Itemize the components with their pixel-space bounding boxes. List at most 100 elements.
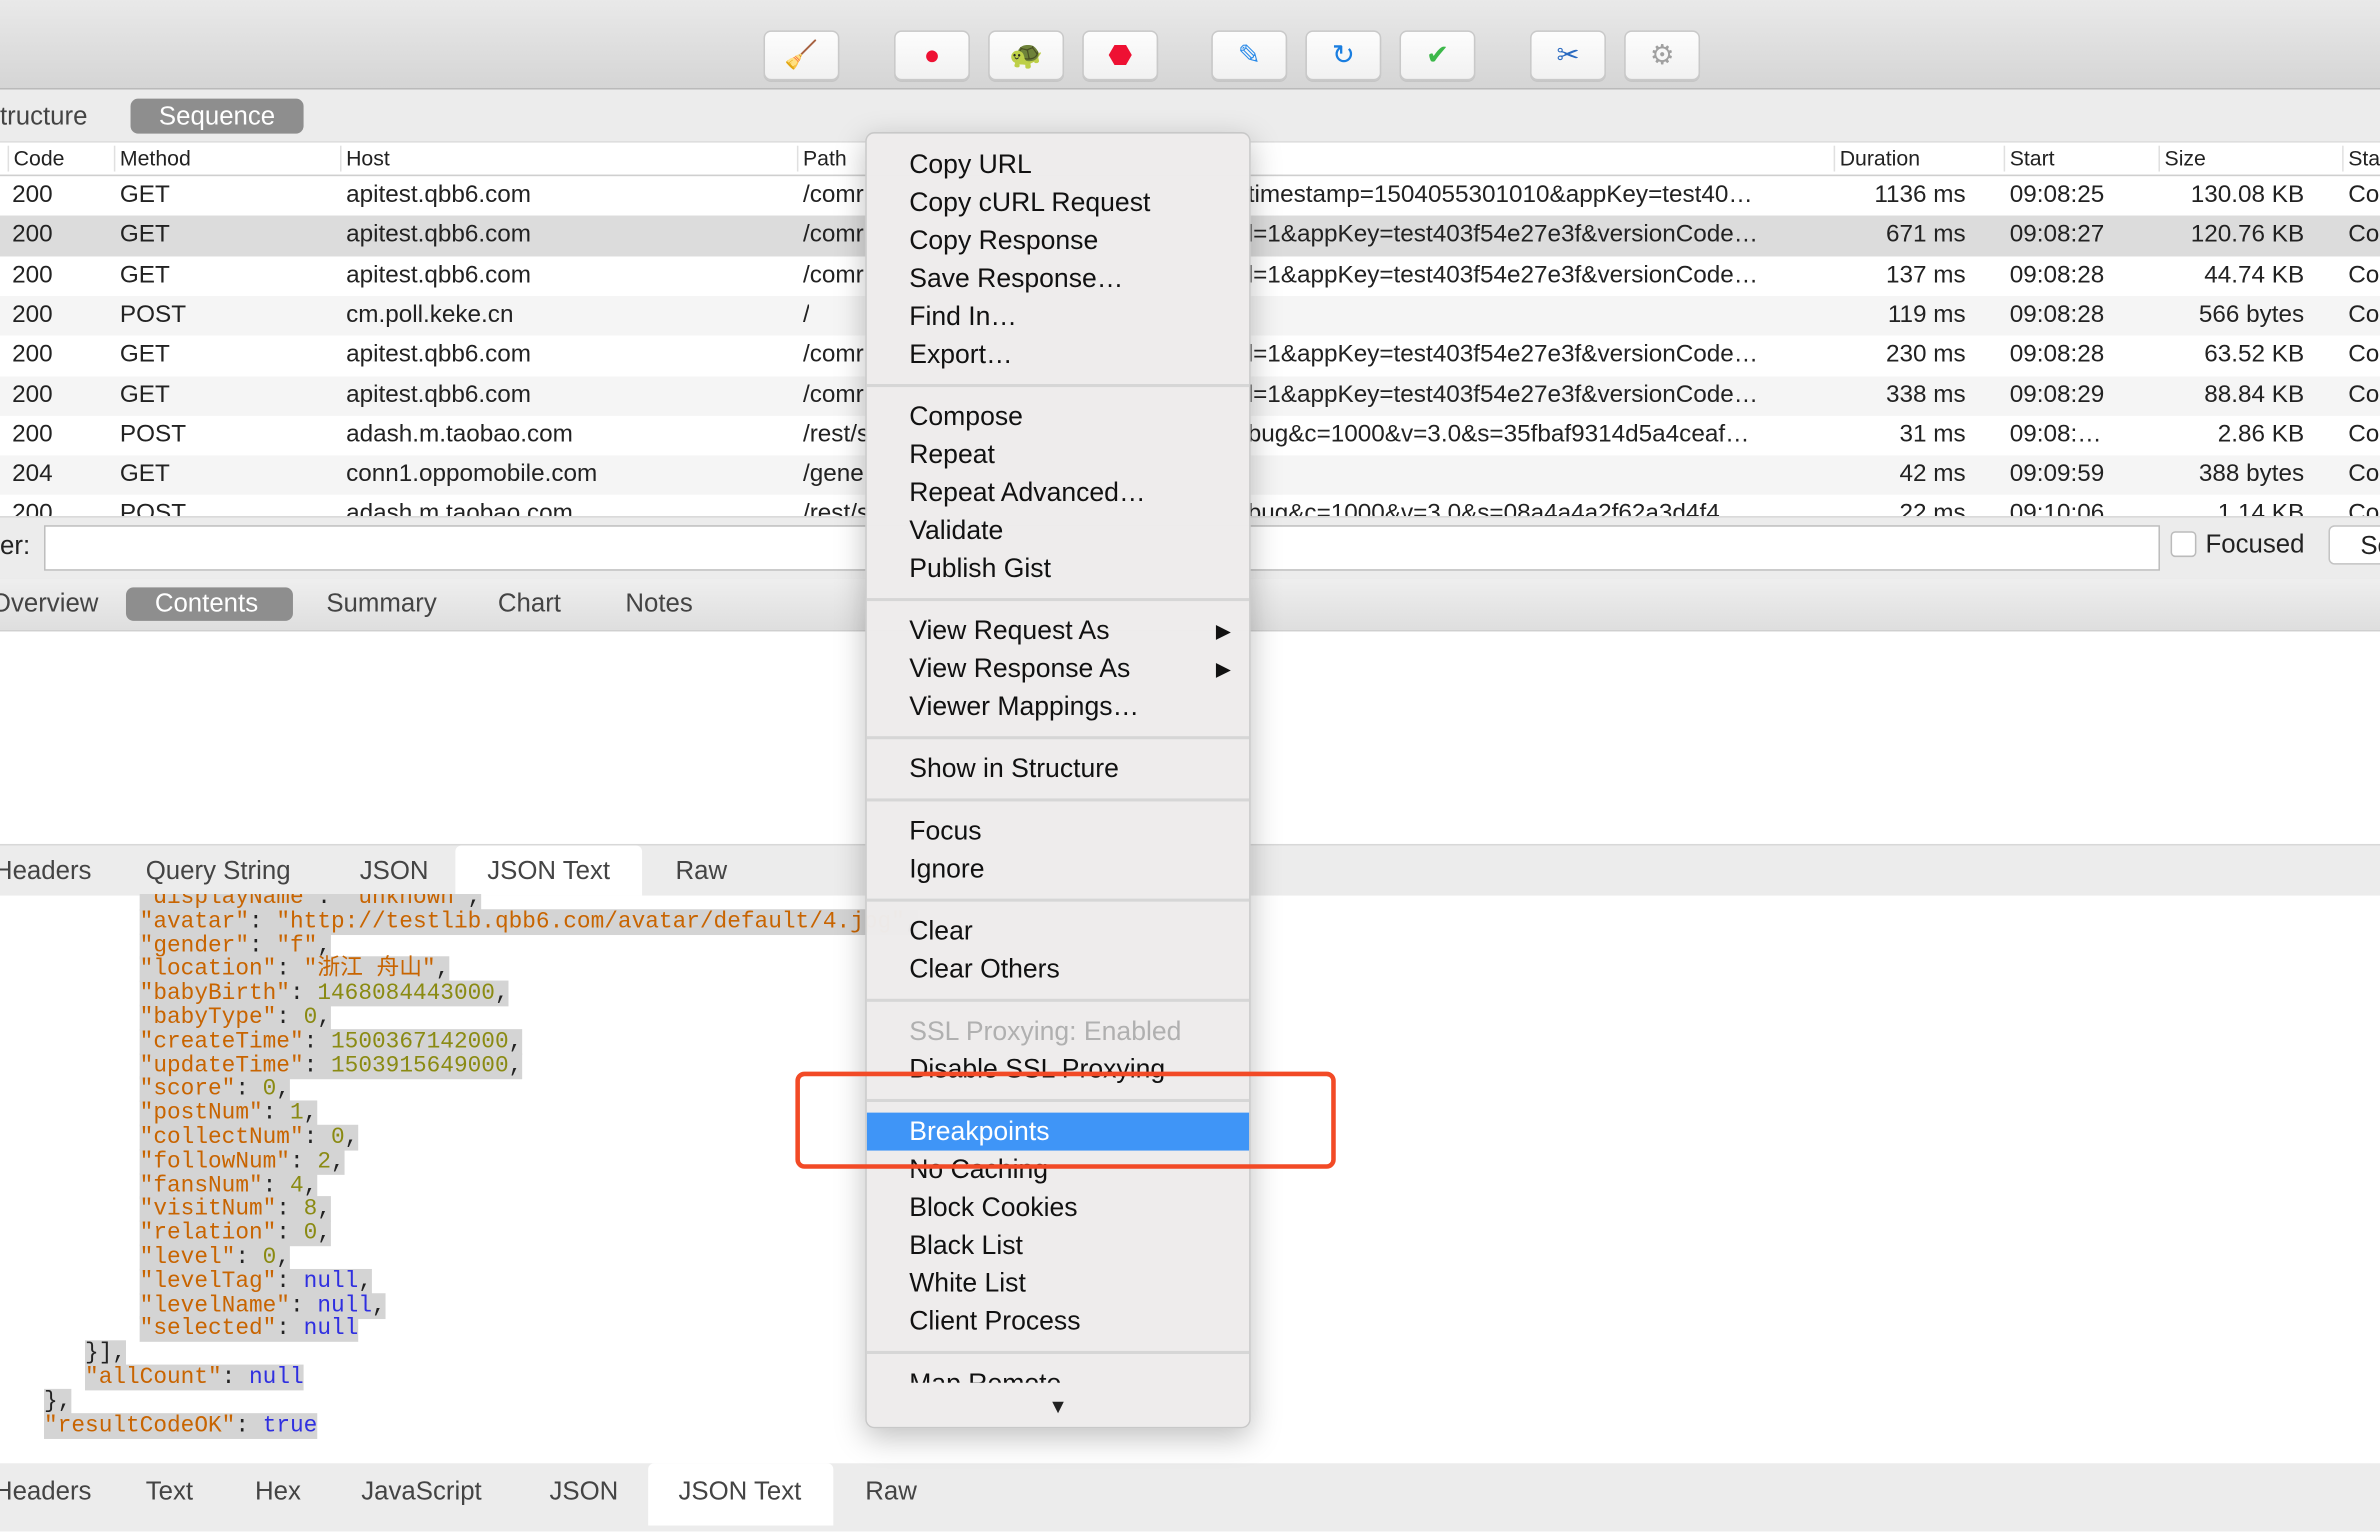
tab-headers[interactable]: Headers [0,856,91,886]
json-key: "levelTag" [139,1268,277,1295]
turtle-button[interactable]: 🐢 [988,30,1065,81]
tab-query-string[interactable]: Query String [146,856,291,886]
tab-sequence[interactable]: Sequence [130,98,304,134]
json-line: "collectNum": 0, [139,1124,359,1151]
menu-item-client-process[interactable]: Client Process [867,1302,1250,1340]
menu-item-label: Repeat Advanced… [909,476,1146,507]
menu-item-save-response[interactable]: Save Response… [867,260,1250,298]
scroll-down-arrow-icon[interactable]: ▼ [867,1395,1250,1418]
menu-item-label: Publish Gist [909,552,1051,583]
json-key: "collectNum" [139,1124,304,1151]
menu-separator [866,587,1250,611]
tab-contents[interactable]: Contents [155,589,258,619]
menu-item-ssl-proxying-enabled: SSL Proxying: Enabled [867,1012,1250,1050]
menu-item-label: Save Response… [909,262,1124,293]
menu-item-viewer-mappings[interactable]: Viewer Mappings… [867,688,1250,726]
cell-method: POST [119,301,187,328]
json-key: "level" [139,1244,236,1271]
tab-summary[interactable]: Summary [326,589,436,619]
column-header-start[interactable]: Start [2003,145,2055,172]
menu-item-focus[interactable]: Focus [867,812,1250,850]
menu-item-block-cookies[interactable]: Block Cookies [867,1189,1250,1227]
json-key: "avatar" [139,908,249,935]
tab-raw[interactable]: Raw [865,1477,917,1507]
record-button[interactable]: ● [894,30,970,81]
tab-headers[interactable]: Headers [0,1477,91,1507]
column-header-path[interactable]: Path [796,145,847,172]
json-key: "location" [139,956,277,983]
json-line: "level": 0, [139,1244,291,1271]
json-key: "updateTime" [139,1052,304,1079]
menu-item-view-response-as[interactable]: View Response As ▶ [867,650,1250,688]
column-header-sta[interactable]: Sta [2342,145,2380,172]
tab-structure[interactable]: tructure [0,102,87,132]
pen-button[interactable]: ✎ [1211,30,1288,81]
tools-button[interactable]: ✂ [1530,30,1606,81]
tab-raw[interactable]: Raw [675,856,727,886]
tab-json-text[interactable]: JSON Text [487,856,610,886]
menu-item-label: Find In… [909,300,1017,331]
tab-json[interactable]: JSON [360,856,429,886]
menu-item-label: Clear [909,915,973,946]
json-value: 4 [289,1172,304,1199]
menu-item-view-request-as[interactable]: View Request As ▶ [867,612,1250,650]
focused-checkbox[interactable] [2170,531,2197,558]
menu-item-find-in[interactable]: Find In… [867,298,1250,336]
menu-item-copy-url[interactable]: Copy URL [867,146,1250,184]
menu-item-compose[interactable]: Compose [867,398,1250,436]
menu-item-copy-curl-request[interactable]: Copy cURL Request [867,184,1250,222]
cell-code: 200 [12,222,53,248]
tab-javascript[interactable]: JavaScript [361,1477,481,1507]
cell-duration: 230 ms [1886,341,1966,368]
menu-item-label: Copy cURL Request [909,186,1151,218]
menu-item-validate[interactable]: Validate [867,512,1250,550]
focused-label: Focused [2205,529,2305,559]
tab-text[interactable]: Text [146,1477,193,1507]
menu-item-copy-response[interactable]: Copy Response [867,222,1250,260]
column-header-method[interactable]: Method [113,145,191,172]
refresh-button[interactable]: ↻ [1305,30,1382,81]
column-header-size[interactable]: Size [2158,145,2206,172]
cell-start: 09:08:28 [2009,261,2105,288]
menu-item-show-in-structure[interactable]: Show in Structure [867,750,1250,788]
gear-button[interactable]: ⚙ [1624,30,1701,81]
menu-item-repeat[interactable]: Repeat [867,436,1250,474]
cell-method: POST [119,501,187,517]
menu-item-map-remote[interactable]: Map Remote [867,1365,1250,1383]
tab-overview[interactable]: Overview [0,589,98,619]
menu-item-clear-others[interactable]: Clear Others [867,950,1250,988]
cell-code: 200 [12,501,53,517]
json-value: 0 [262,1076,277,1103]
stop-button[interactable]: ⬣ [1082,30,1159,81]
check-button[interactable]: ✔ [1399,30,1476,81]
broom-button[interactable]: 🧹 [763,30,840,81]
json-value: 1503915649000 [330,1052,509,1079]
json-punct: , [276,1076,291,1103]
column-header-code[interactable]: Code [7,145,65,172]
tab-json[interactable]: JSON [549,1477,618,1507]
stop-icon: ⬣ [1108,39,1133,70]
cell-size: 2.86 KB [2217,421,2305,448]
tab-notes[interactable]: Notes [625,589,692,619]
menu-item-black-list[interactable]: Black List [867,1226,1250,1264]
menu-item-export[interactable]: Export… [867,335,1250,373]
tab-json-text[interactable]: JSON Text [679,1477,802,1507]
menu-item-repeat-advanced[interactable]: Repeat Advanced… [867,474,1250,512]
menu-item-white-list[interactable]: White List [867,1264,1250,1302]
tab-chart[interactable]: Chart [498,589,561,619]
column-header-host[interactable]: Host [340,145,390,172]
column-header-duration[interactable]: Duration [1833,145,1920,172]
settings-button[interactable]: Se [2328,525,2380,565]
menu-item-clear[interactable]: Clear [867,912,1250,950]
cell-size: 566 bytes [2198,301,2305,328]
json-line: "followNum": 2, [139,1148,345,1175]
menu-item-ignore[interactable]: Ignore [867,850,1250,888]
cell-host: adash.m.taobao.com [346,501,573,517]
menu-item-publish-gist[interactable]: Publish Gist [867,549,1250,587]
json-key: "levelName" [139,1292,290,1319]
cell-status: Co [2348,461,2380,488]
tab-hex[interactable]: Hex [255,1477,301,1507]
cell-host: apitest.qbb6.com [346,341,532,368]
cell-duration: 1136 ms [1874,182,1966,208]
response-tabs: Headers Text Hex JavaScript JSON JSON Text Raw [0,1463,2380,1532]
